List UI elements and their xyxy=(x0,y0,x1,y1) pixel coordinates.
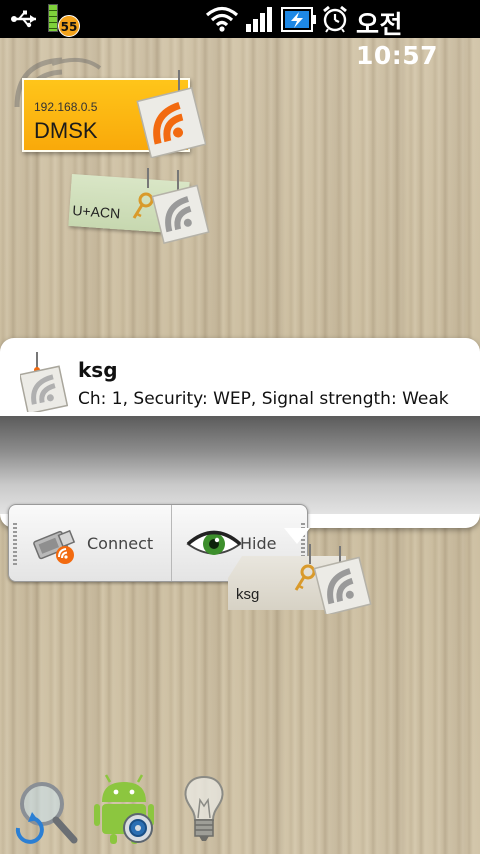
lightbulb-icon[interactable] xyxy=(180,774,228,844)
network-info-popup: ksg Ch: 1, Security: WEP, Signal strengt… xyxy=(0,338,480,582)
network-ssid: DMSK xyxy=(34,118,98,143)
battery-icon: 55 xyxy=(44,4,84,37)
network-ssid: ksg xyxy=(236,586,260,603)
wifi-lock-tag-icon xyxy=(294,544,372,614)
wifi-icon xyxy=(205,6,239,32)
popup-details: Ch: 1, Security: WEP, Signal strength: W… xyxy=(78,389,449,409)
popup-pointer xyxy=(284,528,310,544)
network-signal-icon xyxy=(20,352,68,412)
alarm-icon xyxy=(323,5,347,33)
hide-label: Hide xyxy=(240,534,277,553)
battery-badge: 55 xyxy=(58,15,80,37)
status-time: 오전 10:57 xyxy=(356,10,439,70)
wifi-lock-tag-icon xyxy=(132,168,210,244)
connect-icon xyxy=(33,529,76,564)
battery-cells xyxy=(48,4,58,32)
wifi-tag-icon xyxy=(136,70,206,158)
status-bar: 55 오전 10:57 xyxy=(0,0,480,70)
charging-icon xyxy=(281,7,316,32)
search-refresh-icon[interactable] xyxy=(12,776,80,846)
connect-label: Connect xyxy=(87,534,154,553)
key-icon xyxy=(294,564,316,591)
popup-ssid: ksg xyxy=(78,358,118,382)
popup-action-bar: Connect Hide xyxy=(0,416,480,582)
network-ssid: U+ACN xyxy=(71,202,121,222)
signal-icon xyxy=(246,7,272,32)
eye-icon xyxy=(186,530,242,555)
network-ip: 192.168.0.5 xyxy=(34,100,98,114)
android-settings-icon[interactable] xyxy=(94,772,158,846)
connect-button[interactable]: Connect xyxy=(9,505,172,581)
usb-icon xyxy=(11,10,36,28)
key-icon xyxy=(132,192,154,219)
